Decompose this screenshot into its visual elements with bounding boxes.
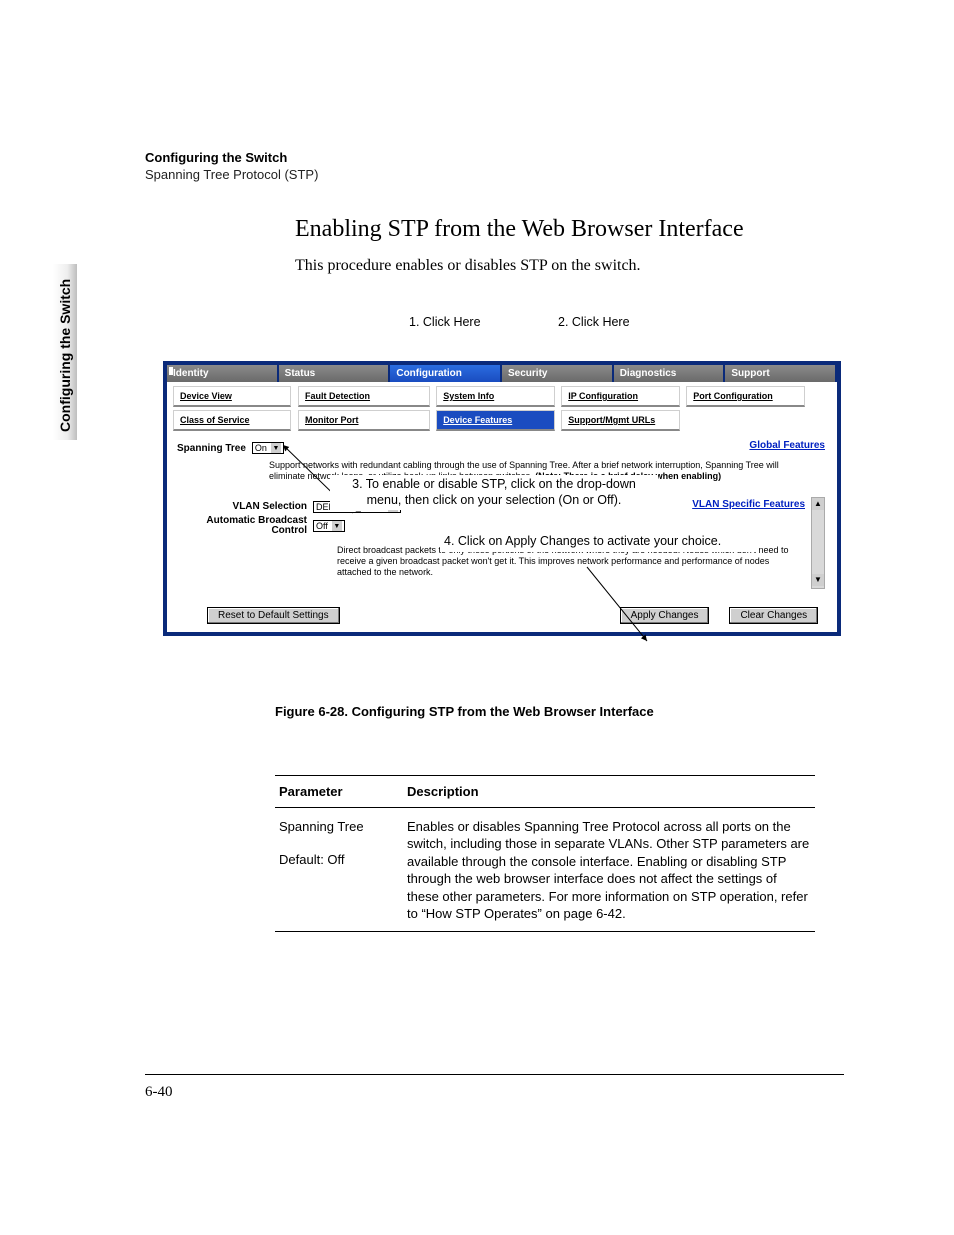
subtab-system-info[interactable]: System Info (436, 386, 554, 407)
vlan-specific-features-link[interactable]: VLAN Specific Features (692, 499, 805, 510)
select-value: Off (316, 521, 328, 531)
vlan-selection-label: VLAN Selection (177, 501, 307, 512)
subtab-label: Port Configuration (693, 391, 773, 401)
figure-caption: Figure 6-28. Configuring STP from the We… (275, 704, 844, 719)
tab-identity[interactable]: Identity (167, 365, 279, 382)
tab-label: Identity (173, 368, 209, 379)
subtab-device-view[interactable]: Device View (173, 386, 291, 407)
table-header-description: Description (403, 775, 815, 807)
apply-changes-button[interactable]: Apply Changes (620, 607, 710, 624)
section-title: Enabling STP from the Web Browser Interf… (295, 216, 844, 243)
subtab-label: Fault Detection (305, 391, 370, 401)
tab-label: Status (285, 368, 316, 379)
footer-rule (145, 1074, 844, 1075)
subtab-support-mgmt-urls[interactable]: Support/Mgmt URLs (561, 410, 679, 431)
table-header-parameter: Parameter (275, 775, 403, 807)
callout-row: 1. Click Here 2. Click Here (163, 315, 843, 361)
callout-3: 3. To enable or disable STP, click on th… (330, 475, 658, 510)
button-bar: Reset to Default Settings Apply Changes … (167, 601, 837, 632)
header-subtitle: Spanning Tree Protocol (STP) (145, 167, 844, 182)
table-cell-description: Enables or disables Spanning Tree Protoc… (403, 807, 815, 931)
chevron-down-icon: ▼ (271, 443, 281, 453)
subtab-fault-detection[interactable]: Fault Detection (298, 386, 430, 407)
reset-button[interactable]: Reset to Default Settings (207, 607, 340, 624)
clear-changes-button[interactable]: Clear Changes (729, 607, 818, 624)
chevron-down-icon: ▼ (332, 521, 342, 531)
section-intro: This procedure enables or disables STP o… (295, 257, 844, 275)
table-cell-param: Spanning Tree Default: Off (275, 807, 403, 931)
subtab-label: Monitor Port (305, 415, 359, 425)
subtab-label: Device View (180, 391, 232, 401)
side-tab: Configuring the Switch (53, 264, 77, 440)
callout-2: 2. Click Here (558, 315, 630, 329)
subtab-device-features[interactable]: Device Features (436, 410, 554, 431)
spanning-tree-select[interactable]: On ▼ (252, 442, 284, 454)
tab-label: Support (731, 368, 769, 379)
abc-label: Automatic Broadcast Control (177, 516, 307, 537)
subtab-label: Class of Service (180, 415, 250, 425)
parameter-table: Parameter Description Spanning Tree Defa… (275, 775, 815, 932)
subtab-class-of-service[interactable]: Class of Service (173, 410, 291, 431)
param-name: Spanning Tree (279, 818, 399, 836)
tab-status[interactable]: Status (279, 365, 391, 382)
subtab-ip-configuration[interactable]: IP Configuration (561, 386, 679, 407)
scrollbar[interactable]: ▲ ▼ (811, 497, 825, 589)
subtab-label: IP Configuration (568, 391, 638, 401)
tab-diagnostics[interactable]: Diagnostics (614, 365, 726, 382)
page-header: Configuring the Switch Spanning Tree Pro… (145, 150, 844, 182)
page-number: 6-40 (145, 1084, 173, 1101)
tab-support[interactable]: Support (725, 365, 837, 382)
abc-select[interactable]: Off ▼ (313, 520, 345, 532)
header-title: Configuring the Switch (145, 150, 844, 165)
global-features-link[interactable]: Global Features (749, 440, 825, 451)
subtab-label: System Info (443, 391, 494, 401)
device-features-panel: Global Features Spanning Tree On ▼ Suppo… (167, 434, 837, 601)
subtab-port-configuration[interactable]: Port Configuration (686, 386, 804, 407)
select-value: On (255, 443, 267, 453)
callout-4: 4. Click on Apply Changes to activate yo… (440, 532, 758, 552)
main-tabs: Identity Status Configuration Security D… (167, 365, 837, 382)
scroll-up-icon[interactable]: ▲ (812, 498, 824, 510)
tab-configuration[interactable]: Configuration (390, 365, 502, 382)
spanning-tree-label: Spanning Tree (177, 443, 246, 454)
sub-tabs: Device View Fault Detection System Info … (167, 382, 837, 434)
tab-label: Diagnostics (620, 368, 677, 379)
tab-label: Configuration (396, 368, 462, 379)
tab-security[interactable]: Security (502, 365, 614, 382)
tab-label: Security (508, 368, 547, 379)
callout-1: 1. Click Here (409, 315, 481, 329)
param-default: Default: Off (279, 851, 399, 869)
scroll-track[interactable] (812, 510, 824, 574)
scroll-down-icon[interactable]: ▼ (812, 574, 824, 586)
subtab-label: Support/Mgmt URLs (568, 415, 655, 425)
subtab-label: Device Features (443, 415, 512, 425)
subtab-monitor-port[interactable]: Monitor Port (298, 410, 430, 431)
